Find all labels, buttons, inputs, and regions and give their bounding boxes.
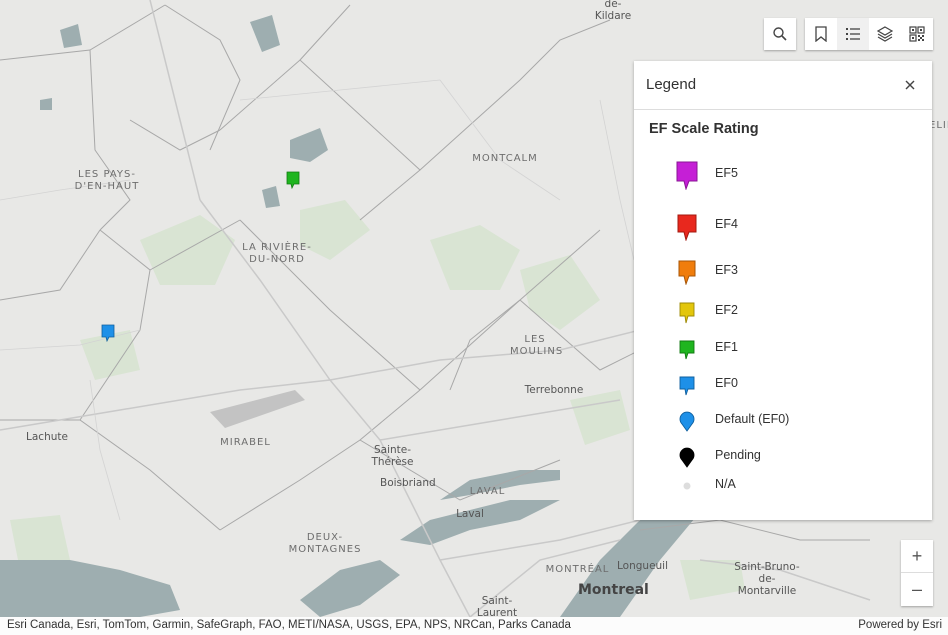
legend-layer-title: EF Scale Rating [649,121,759,137]
legend-item: EF1 [634,335,932,365]
pin-icon-ef2 [674,298,700,328]
qr-code-button[interactable] [901,18,933,50]
place-label: MONTCALM [472,153,538,164]
place-label: Montreal [578,582,649,598]
close-icon [905,80,915,90]
place-label: Saint-Bruno-de- Montarville [734,561,800,597]
dot-icon-na [674,471,700,501]
legend-button[interactable] [837,18,869,50]
legend-label: Default (EF0) [715,412,790,426]
pin-icon-ef3 [674,257,700,287]
legend-panel: Legend EF Scale Rating EF5 EF4 EF3 EF2 E… [634,61,932,520]
close-button[interactable] [900,75,920,95]
search-button[interactable] [764,18,796,50]
legend-label: N/A [715,477,736,491]
place-label: MONTRÉAL [545,564,610,575]
place-label: Longueuil [617,560,669,572]
round-pin-icon-pending [674,442,700,472]
pin-icon-ef1 [674,335,700,365]
bookmarks-button[interactable] [805,18,837,50]
legend-label: Pending [715,448,761,462]
minus-icon: – [911,578,922,599]
place-label: DEUX- MONTAGNES [288,532,362,555]
place-label: Terrebonne [524,384,584,396]
legend-label: EF3 [715,263,738,277]
legend-title: Legend [646,76,697,93]
legend-list-icon [846,28,860,40]
legend-item: EF0 [634,371,932,401]
legend-item: EF5 [634,160,932,190]
legend-item: EF2 [634,298,932,328]
legend-label: EF0 [715,376,738,390]
place-label: Boisbriand [380,477,436,489]
layer-list-button[interactable] [869,18,901,50]
legend-item: Default (EF0) [634,406,932,436]
pin-icon-ef5 [674,160,700,190]
legend-label: EF1 [715,340,738,354]
place-label: de-Kildare [594,0,632,22]
tornado-marker-ef1[interactable] [286,171,300,189]
search-widget [764,18,796,50]
round-pin-icon-default [674,406,700,436]
place-label: Laval [456,508,484,520]
zoom-in-button[interactable]: + [901,540,933,573]
bookmark-icon [815,26,827,42]
place-label: Lachute [26,431,68,443]
place-label: Saint-Laurent [476,595,518,619]
place-label: LES PAYS- D'EN-HAUT [74,169,140,192]
legend-label: EF4 [715,217,738,231]
attribution-bar: Esri Canada, Esri, TomTom, Garmin, SafeG… [0,617,948,635]
legend-item: Pending [634,442,932,472]
pin-icon-ef4 [674,212,700,242]
place-label: LA RIVIÈRE- DU-NORD [242,242,312,265]
widget-toolbar [805,18,933,50]
zoom-out-button[interactable]: – [901,573,933,605]
place-label: LES MOULINS [510,334,564,357]
zoom-control: + – [901,540,933,606]
legend-label: EF2 [715,303,738,317]
pin-icon-ef0 [674,371,700,401]
qr-code-icon [909,26,925,42]
place-label: LAVAL [469,486,506,497]
powered-by-esri[interactable]: Powered by Esri [858,619,942,631]
attribution-text[interactable]: Esri Canada, Esri, TomTom, Garmin, SafeG… [7,619,571,631]
legend-item: EF3 [634,257,932,287]
legend-item: EF4 [634,212,932,242]
tornado-marker-ef0[interactable] [101,324,115,342]
place-label: Sainte- Thérèse [371,444,414,468]
place-label: MIRABEL [220,437,271,448]
legend-label: EF5 [715,166,738,180]
legend-item: N/A [634,471,932,501]
search-icon [773,27,787,41]
legend-header: Legend [634,61,932,110]
layers-icon [877,26,893,42]
plus-icon: + [911,545,923,566]
